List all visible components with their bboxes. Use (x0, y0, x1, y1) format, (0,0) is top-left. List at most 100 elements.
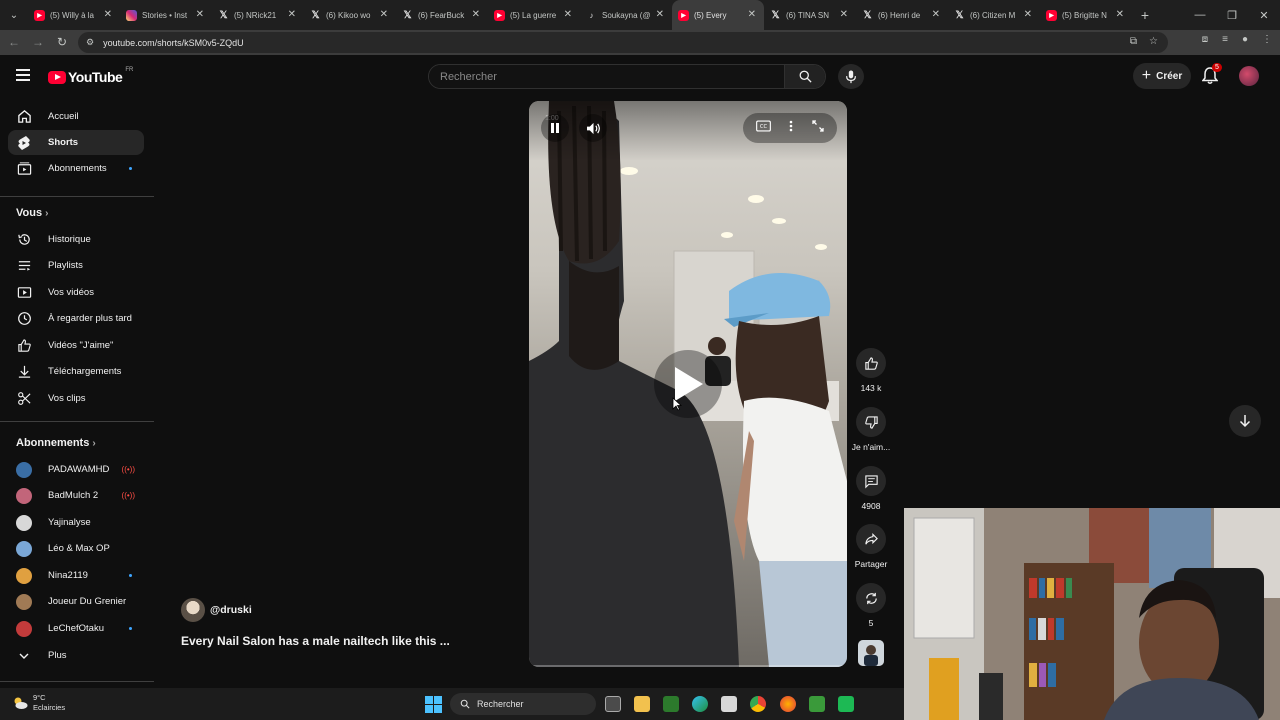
captions-button[interactable]: CC (756, 119, 772, 137)
browser-tab[interactable]: 𝕏 (6) FearBuck ✕ (396, 0, 488, 30)
account-avatar[interactable] (1239, 66, 1259, 86)
browser-tab[interactable]: Stories • Inst ✕ (120, 0, 212, 30)
sidebar-item-shorts[interactable]: Shorts (8, 130, 144, 155)
notifications-button[interactable]: 5 (1201, 63, 1222, 85)
browser-tab[interactable]: ▶ (5) Brigitte N ✕ (1040, 0, 1132, 30)
maximize-button[interactable]: ❐ (1216, 0, 1248, 30)
bookmark-star-icon[interactable]: ☆ (1149, 36, 1158, 47)
comments-button[interactable] (856, 466, 886, 496)
browser-tab[interactable]: ♪ Soukayna (@ ✕ (580, 0, 672, 30)
progress-bar[interactable] (529, 665, 847, 667)
close-tab-icon[interactable]: ✕ (840, 9, 848, 20)
taskbar-search[interactable]: Rechercher (450, 693, 596, 715)
forward-button[interactable]: → (26, 35, 50, 49)
sidebar-item-watch-later[interactable]: À regarder plus tard (8, 306, 144, 331)
store-icon[interactable] (721, 696, 737, 712)
channel-handle[interactable]: @druski (210, 604, 252, 616)
close-tab-icon[interactable]: ✕ (564, 9, 572, 20)
site-info-icon[interactable]: ⚙ (86, 37, 94, 48)
task-view-icon[interactable] (605, 696, 621, 712)
sidebar-subscription[interactable]: LeChefOtaku (8, 616, 144, 641)
volume-button[interactable] (579, 114, 607, 142)
shorts-video-player[interactable]: 1:00 CC (529, 101, 847, 667)
chrome-icon[interactable] (750, 696, 766, 712)
tab-search-button[interactable]: ⌄ (0, 0, 28, 30)
reload-button[interactable]: ↻ (50, 35, 74, 49)
chrome-menu-icon[interactable]: ⋮ (1262, 34, 1272, 45)
back-button[interactable]: ← (2, 35, 26, 49)
start-button[interactable] (425, 696, 442, 713)
browser-tab[interactable]: ▶ (5) Every ✕ (672, 0, 764, 30)
search-input[interactable] (429, 65, 784, 88)
profile-icon[interactable]: ● (1242, 34, 1248, 45)
sidebar-item-clips[interactable]: Vos clips (8, 386, 144, 411)
close-tab-icon[interactable]: ✕ (288, 9, 296, 20)
sidebar-item-liked-videos[interactable]: Vidéos "J'aime" (8, 333, 144, 358)
app-icon[interactable] (809, 696, 825, 712)
browser-tab[interactable]: 𝕏 (6) Kikoo wo ✕ (304, 0, 396, 30)
fullscreen-button[interactable] (812, 119, 824, 137)
dislike-button[interactable] (856, 407, 886, 437)
guide-menu-icon[interactable] (16, 69, 30, 81)
new-tab-button[interactable]: + (1132, 7, 1158, 23)
firefox-icon[interactable] (780, 696, 796, 712)
channel-avatar[interactable] (181, 598, 205, 622)
like-button[interactable] (856, 348, 886, 378)
spotify-icon[interactable] (838, 696, 854, 712)
share-action[interactable]: Partager (851, 524, 891, 569)
edge-icon[interactable] (692, 696, 708, 712)
next-short-button[interactable] (1229, 405, 1261, 437)
create-button[interactable]: + Créer (1133, 63, 1191, 89)
close-tab-icon[interactable]: ✕ (380, 9, 388, 20)
close-tab-icon[interactable]: ✕ (472, 9, 480, 20)
xbox-icon[interactable] (663, 696, 679, 712)
install-app-icon[interactable]: ⧉ (1130, 36, 1137, 47)
center-play-button[interactable] (654, 350, 722, 418)
close-tab-icon[interactable]: ✕ (1116, 9, 1124, 20)
short-channel[interactable]: @druski (181, 598, 252, 622)
address-bar[interactable]: ⚙ youtube.com/shorts/kSM0v5-ZQdU ⧉ ☆ (78, 32, 1168, 53)
browser-tab[interactable]: 𝕏 (6) TINA SN ✕ (764, 0, 856, 30)
sidebar-item-history[interactable]: Historique (8, 227, 144, 252)
sidebar-subscription[interactable]: BadMulch 2 ((•)) (8, 483, 144, 508)
sidebar-subscription[interactable]: Joueur Du Grenier (8, 589, 144, 614)
like-action[interactable]: 143 k (851, 348, 891, 393)
voice-search-button[interactable] (838, 64, 864, 89)
search-button[interactable] (784, 65, 825, 88)
sound-thumbnail[interactable] (858, 640, 884, 666)
short-title[interactable]: Every Nail Salon has a male nailtech lik… (181, 634, 450, 648)
close-tab-icon[interactable]: ✕ (656, 9, 664, 20)
close-tab-icon[interactable]: ✕ (1024, 9, 1032, 20)
sidebar-item-home[interactable]: Accueil (8, 104, 144, 129)
sidebar-item-subscriptions[interactable]: Abonnements (8, 156, 144, 181)
sidebar-subscription[interactable]: PADAWAMHD ((•)) (8, 457, 144, 482)
close-tab-icon[interactable]: ✕ (932, 9, 940, 20)
extensions-icon[interactable]: ⧈ (1202, 34, 1208, 45)
share-button[interactable] (856, 524, 886, 554)
close-window-button[interactable]: ✕ (1248, 0, 1280, 30)
youtube-logo[interactable]: YouTube FR (48, 67, 133, 85)
pause-button[interactable] (541, 114, 569, 142)
close-tab-icon[interactable]: ✕ (104, 9, 112, 20)
close-tab-icon[interactable]: ✕ (196, 9, 204, 20)
browser-tab[interactable]: ▶ (5) La guerre ✕ (488, 0, 580, 30)
subscriptions-section-header[interactable]: Abonnements › (16, 437, 96, 449)
weather-widget[interactable]: 9°C Eclaircies (12, 693, 65, 713)
browser-tab[interactable]: 𝕏 (6) Citizen M ✕ (948, 0, 1040, 30)
sidebar-item-playlists[interactable]: Playlists (8, 253, 144, 278)
remix-action[interactable]: 5 (851, 583, 891, 628)
media-controls-icon[interactable]: ≡ (1222, 34, 1228, 45)
close-tab-icon[interactable]: ✕ (748, 9, 756, 20)
more-options-button[interactable] (789, 119, 793, 137)
minimize-button[interactable]: — (1184, 0, 1216, 30)
browser-tab[interactable]: 𝕏 (5) NRick21 ✕ (212, 0, 304, 30)
browser-tab[interactable]: ▶ (5) Willy à la ✕ (28, 0, 120, 30)
you-section-header[interactable]: Vous › (16, 207, 48, 219)
comments-action[interactable]: 4908 (851, 466, 891, 511)
browser-tab[interactable]: 𝕏 (6) Henri de ✕ (856, 0, 948, 30)
sidebar-item-downloads[interactable]: Téléchargements (8, 359, 144, 384)
sidebar-subscription[interactable]: Yajinalyse (8, 510, 144, 535)
file-explorer-icon[interactable] (634, 696, 650, 712)
remix-button[interactable] (856, 583, 886, 613)
sidebar-subscription[interactable]: Léo & Max OP (8, 536, 144, 561)
